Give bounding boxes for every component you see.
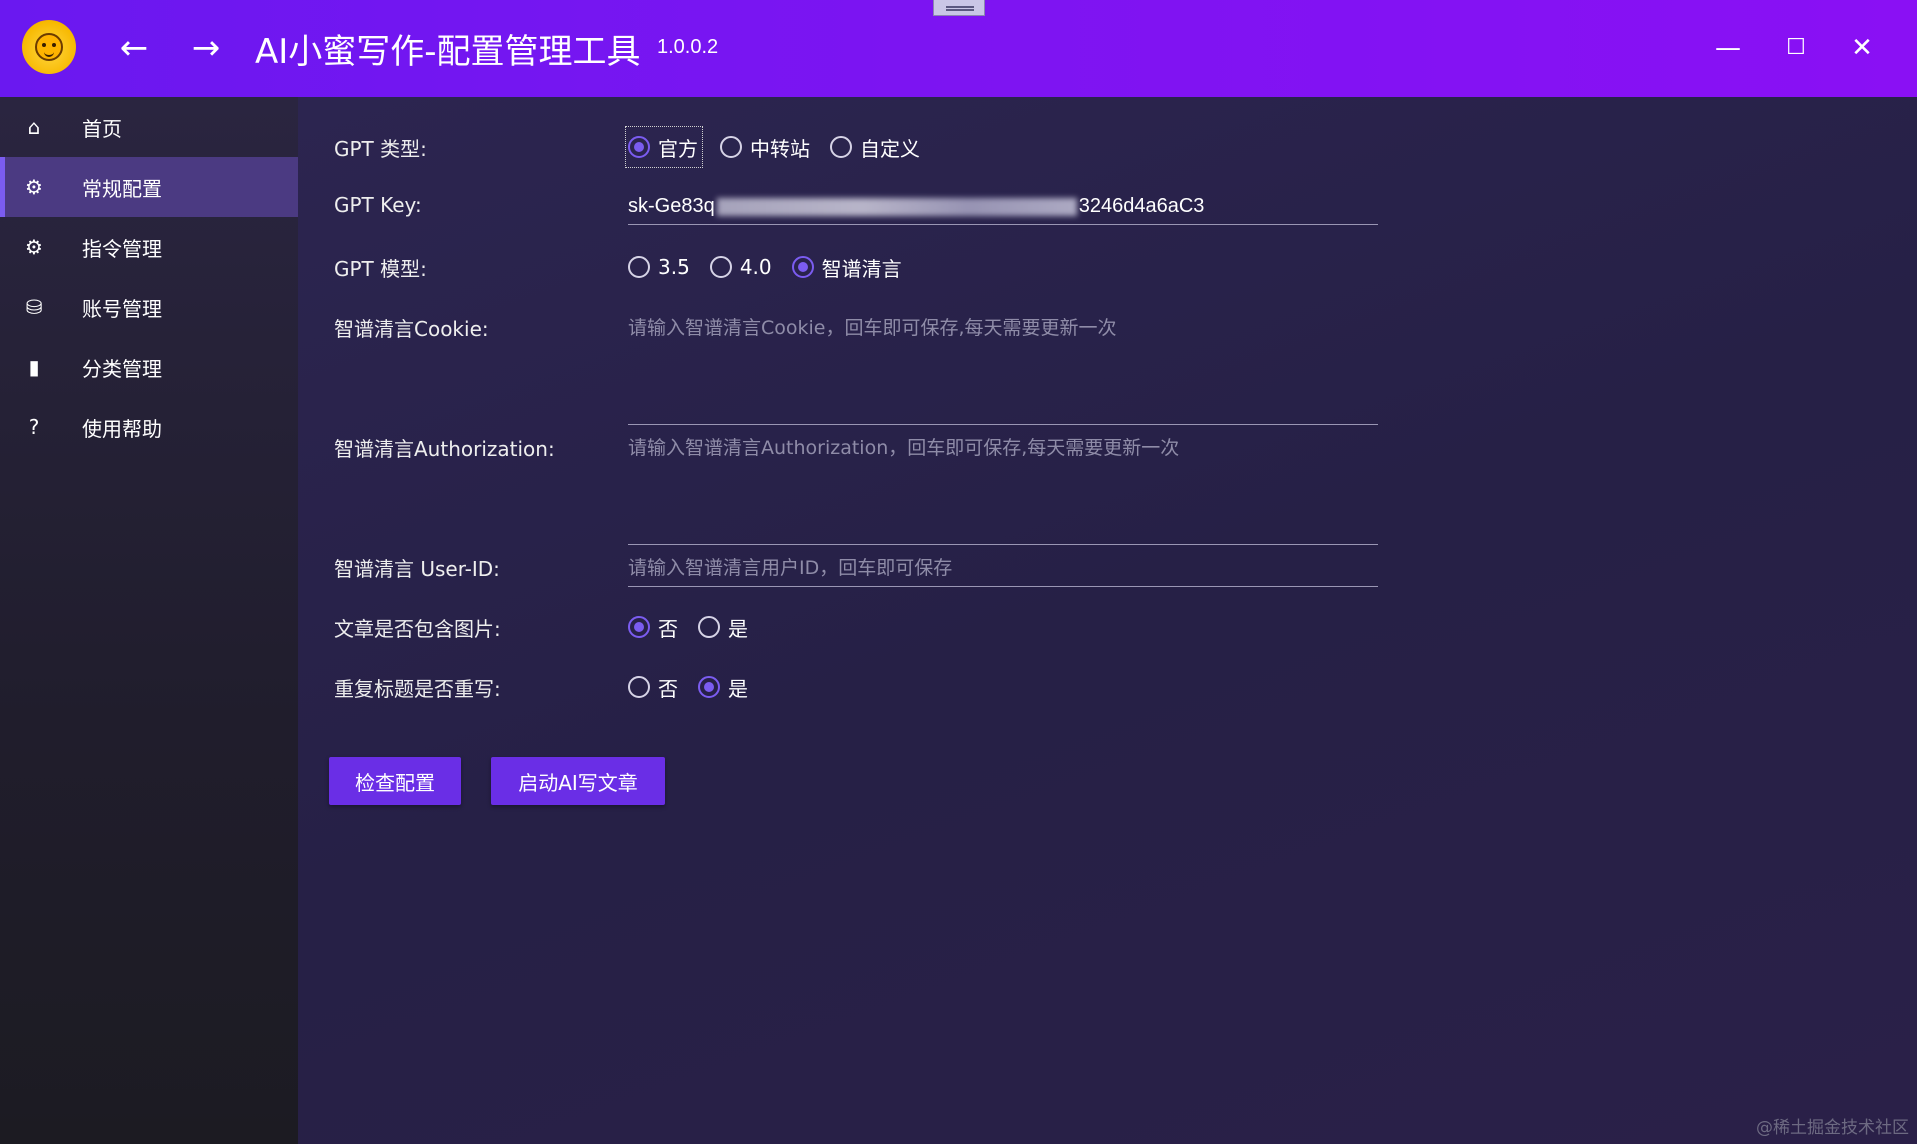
radio-checked-icon [628, 616, 650, 638]
zhipu-authorization-label: 智谱清言Authorization: [334, 437, 555, 461]
sidebar-item-label: 使用帮助 [82, 416, 162, 441]
radio-unchecked-icon [709, 256, 732, 278]
close-button[interactable]: ✕ [1838, 24, 1886, 72]
gpt-model-option-3-5[interactable]: 3.5 [628, 249, 690, 285]
pineapple-face-icon [35, 33, 63, 61]
gpt-type-option-official[interactable]: 官方 [625, 126, 703, 168]
book-icon: ▮ [28, 355, 40, 379]
account-icon: ⛁ [25, 295, 43, 319]
back-button[interactable]: ← [114, 28, 154, 68]
radio-checked-icon [628, 136, 650, 158]
radio-unchecked-icon [698, 616, 720, 638]
include-images-option-yes[interactable]: 是 [698, 609, 748, 645]
gpt-key-input[interactable]: sk-Ge83q 3246d4a6aC3 [628, 189, 1378, 225]
radio-unchecked-icon [628, 256, 650, 278]
gpt-model-option-4-0[interactable]: 4.0 [709, 249, 772, 285]
gpt-model-radio-group: 3.5 4.0 智谱清言 [628, 249, 922, 285]
radio-unchecked-icon [830, 136, 852, 158]
rewrite-titles-option-yes[interactable]: 是 [698, 669, 748, 705]
maximize-button[interactable]: ☐ [1772, 24, 1820, 72]
zhipu-user-id-input[interactable]: 请输入智谱清言用户ID，回车即可保存 [628, 549, 1378, 587]
radio-unchecked-icon [720, 136, 742, 158]
app-version: 1.0.0.2 [657, 36, 719, 58]
gpt-type-radio-group: 官方 中转站 自定义 [625, 126, 940, 168]
sidebar-item-label: 常规配置 [82, 176, 162, 201]
gpt-key-label: GPT Key: [334, 193, 422, 217]
help-icon: ? [28, 415, 40, 439]
forward-button[interactable]: → [186, 28, 226, 68]
gear-icon: ⚙ [25, 235, 43, 259]
gpt-type-option-relay[interactable]: 中转站 [720, 129, 810, 165]
include-images-label: 文章是否包含图片: [334, 617, 501, 641]
sidebar-item-general-config[interactable]: ⚙ 常规配置 [0, 157, 298, 217]
radio-checked-icon [698, 676, 720, 698]
drag-handle[interactable] [933, 0, 985, 16]
app-title: AI小蜜写作-配置管理工具 [255, 32, 641, 72]
sidebar: ⌂ 首页 ⚙ 常规配置 ⚙ 指令管理 ⛁ 账号管理 ▮ 分类管理 ? 使用帮助 [0, 97, 298, 1144]
sidebar-item-label: 首页 [82, 116, 122, 141]
zhipu-authorization-input[interactable]: 请输入智谱清言Authorization，回车即可保存,每天需要更新一次 [628, 429, 1378, 545]
rewrite-titles-option-no[interactable]: 否 [628, 669, 678, 705]
gpt-model-option-zhipu[interactable]: 智谱清言 [791, 249, 902, 285]
sidebar-item-category-management[interactable]: ▮ 分类管理 [0, 337, 298, 397]
zhipu-user-id-label: 智谱清言 User-ID: [334, 557, 500, 581]
redacted-key-mask [716, 197, 1077, 216]
gear-icon: ⚙ [25, 175, 43, 199]
check-config-button[interactable]: 检查配置 [329, 757, 461, 805]
rewrite-titles-radio-group: 否 是 [628, 669, 768, 705]
include-images-radio-group: 否 是 [628, 609, 768, 645]
minimize-button[interactable]: — [1704, 24, 1752, 72]
sidebar-item-account-management[interactable]: ⛁ 账号管理 [0, 277, 298, 337]
radio-unchecked-icon [628, 676, 650, 698]
zhipu-cookie-input[interactable]: 请输入智谱清言Cookie，回车即可保存,每天需要更新一次 [628, 309, 1378, 425]
sidebar-item-label: 分类管理 [82, 356, 162, 381]
radio-checked-icon [791, 256, 814, 278]
gpt-type-label: GPT 类型: [334, 137, 427, 161]
watermark: @稀土掘金技术社区 [1756, 1118, 1909, 1138]
sidebar-item-help[interactable]: ? 使用帮助 [0, 397, 298, 457]
sidebar-item-label: 指令管理 [82, 236, 162, 261]
title-bar: ← → AI小蜜写作-配置管理工具 1.0.0.2 — ☐ ✕ [0, 0, 1917, 97]
config-form: GPT 类型: 官方 中转站 自定义 GPT Key: sk-Ge83q 3246… [298, 97, 1917, 1144]
sidebar-item-label: 账号管理 [82, 296, 162, 321]
rewrite-titles-label: 重复标题是否重写: [334, 677, 501, 701]
gpt-model-label: GPT 模型: [334, 257, 427, 281]
start-ai-writing-button[interactable]: 启动AI写文章 [491, 757, 665, 805]
include-images-option-no[interactable]: 否 [628, 609, 678, 645]
app-logo [22, 20, 76, 74]
zhipu-cookie-label: 智谱清言Cookie: [334, 317, 489, 341]
sidebar-item-home[interactable]: ⌂ 首页 [0, 97, 298, 157]
gpt-type-option-custom[interactable]: 自定义 [830, 129, 920, 165]
sidebar-item-command-management[interactable]: ⚙ 指令管理 [0, 217, 298, 277]
home-icon: ⌂ [27, 115, 41, 139]
